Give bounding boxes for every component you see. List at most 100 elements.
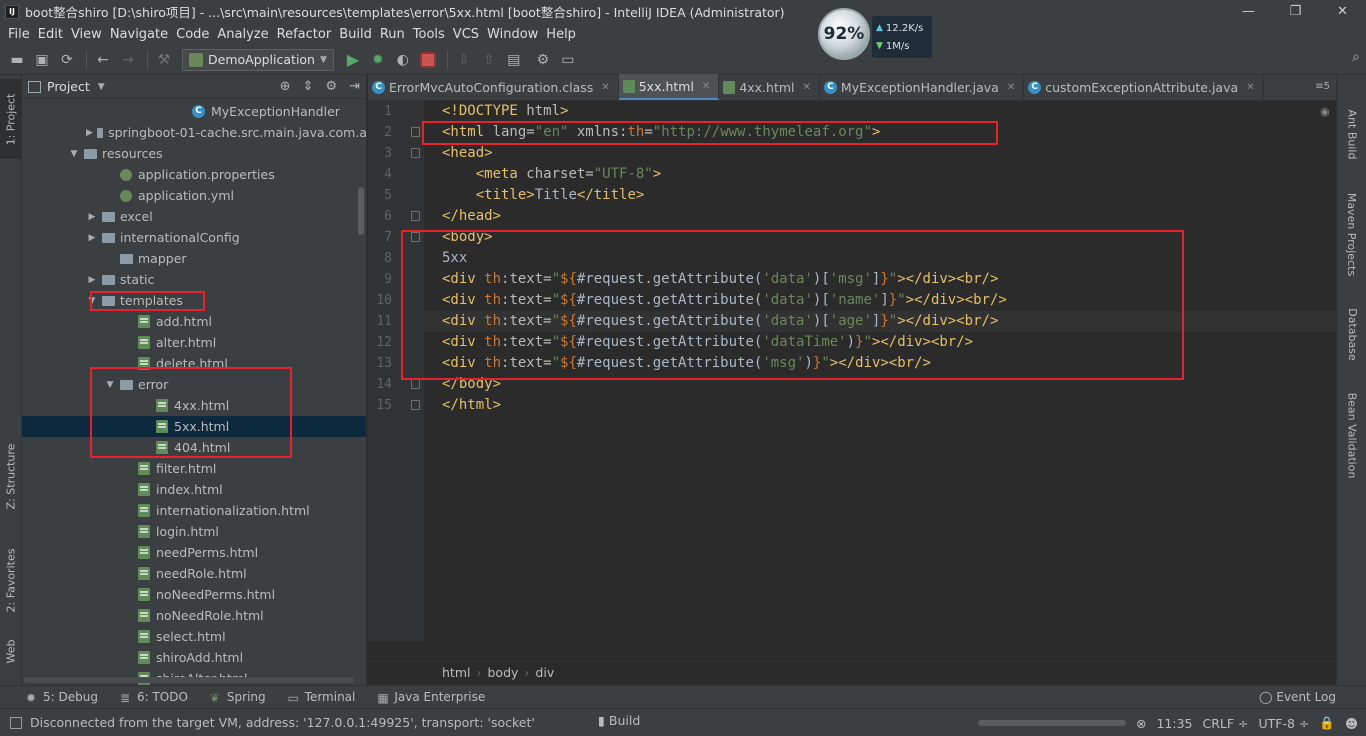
minimize-button[interactable]: — [1225,0,1272,23]
line-separator[interactable]: CRLF ÷ [1202,716,1248,731]
tree-item[interactable]: alter.html [22,332,366,353]
open-folder-icon[interactable]: ▬ [6,49,28,71]
project-tree-scrollbar[interactable] [358,187,364,235]
code-line[interactable]: 12 <div th:text="${#request.getAttribute(… [376,332,1336,353]
fold-marker-icon[interactable] [411,211,420,221]
fold-marker-icon[interactable] [411,148,420,158]
database-tool-tab[interactable]: Database [1337,299,1366,369]
code-line[interactable]: 3 <head> [384,143,1336,164]
web-tool-tab[interactable]: Web [0,631,22,671]
spring-tool-tab[interactable]: ❦ Spring [210,690,266,705]
debug-icon[interactable]: ✹ [367,49,389,71]
close-button[interactable]: ✕ [1319,0,1366,23]
editor-tab[interactable]: C MyExceptionHandler.java ✕ [820,74,1025,100]
expanded-arrow-icon[interactable]: ▼ [68,149,80,159]
maximize-button[interactable]: ❐ [1272,0,1319,23]
editor-tab[interactable]: 5xx.html ✕ [618,74,720,100]
status-toggle-icon[interactable] [10,716,22,729]
todo-tool-tab[interactable]: ≣ 6: TODO [120,690,188,705]
settings-icon[interactable]: ⚙ [532,49,554,71]
locate-icon[interactable]: ⊕ [280,79,291,94]
tree-item[interactable]: filter.html [22,458,366,479]
tree-item[interactable]: ▼ templates [22,290,366,311]
tree-item[interactable]: ▶ excel [22,206,366,227]
close-tab-icon[interactable]: ✕ [601,82,609,93]
inspection-eye-icon[interactable]: ◉ [1320,105,1332,118]
collapsed-arrow-icon[interactable]: ▶ [86,233,98,243]
breadcrumb-div[interactable]: div [535,665,554,680]
tree-item[interactable]: 404.html [22,437,366,458]
editor-tab[interactable]: CcustomExceptionAttribute.java ✕ [1024,74,1264,100]
debug-tool-tab[interactable]: ✹ 5: Debug [26,690,98,705]
tree-item[interactable]: application.properties [22,164,366,185]
tree-item[interactable]: 5xx.html [22,416,366,437]
collapse-all-icon[interactable]: ⇕ [303,79,314,94]
tree-item[interactable]: ▶ static [22,269,366,290]
close-tab-icon[interactable]: ✕ [702,81,710,92]
coverage-icon[interactable]: ◐ [392,49,414,71]
code-line[interactable]: 5 <title>Title</title> [384,185,1336,206]
tree-item[interactable]: application.yml [22,185,366,206]
tree-item[interactable]: shiroAdd.html [22,647,366,668]
menu-file[interactable]: File [4,27,34,42]
tree-item[interactable]: needRole.html [22,563,366,584]
code-line[interactable]: 4 <meta charset="UTF-8"> [384,164,1336,185]
code-line[interactable]: 2 <html lang="en" xmlns:th="http://www.th… [384,122,1336,143]
project-panel-title[interactable]: Project [47,79,90,94]
tree-item[interactable]: needPerms.html [22,542,366,563]
tree-item[interactable]: delete.html [22,353,366,374]
tree-item[interactable]: add.html [22,311,366,332]
expanded-arrow-icon[interactable]: ▼ [86,296,98,306]
code-line[interactable]: 14 </body> [376,374,1336,395]
bean-validation-tool-tab[interactable]: Bean Validation [1337,385,1366,485]
notifications-icon[interactable]: ☻ [1345,716,1358,731]
status-message[interactable]: Disconnected from the target VM, address… [30,715,535,730]
menu-analyze[interactable]: Analyze [213,27,272,42]
code-line[interactable]: 9 <div th:text="${#request.getAttribute('… [384,269,1336,290]
collapsed-arrow-icon[interactable]: ▶ [86,128,93,138]
tree-item[interactable]: login.html [22,521,366,542]
menu-window[interactable]: Window [483,27,542,42]
favorites-tool-tab[interactable]: 2: Favorites [0,535,22,625]
background-progress-bar[interactable] [977,720,1126,726]
project-tree-hscrollbar[interactable] [24,677,354,683]
tree-item[interactable]: C MyExceptionHandler [22,101,366,122]
code-line[interactable]: 10 <div th:text="${#request.getAttribute(… [376,290,1336,311]
menu-run[interactable]: Run [376,27,409,42]
menu-refactor[interactable]: Refactor [273,27,336,42]
menu-view[interactable]: View [67,27,106,42]
tree-item[interactable]: select.html [22,626,366,647]
breadcrumb-body[interactable]: body [487,665,518,680]
caret-position[interactable]: 11:35 [1156,716,1192,731]
event-log-tool-tab[interactable]: ◯ Event Log [1259,690,1336,704]
tree-item[interactable]: ▶ internationalConfig [22,227,366,248]
chevron-down-icon[interactable]: ▼ [98,82,105,92]
tree-item[interactable]: 4xx.html [22,395,366,416]
sync-icon[interactable]: ⟳ [56,49,78,71]
maven-projects-tool-tab[interactable]: Maven Projects [1337,179,1366,289]
tree-item[interactable]: ▼ resources [22,143,366,164]
close-tab-icon[interactable]: ✕ [1246,82,1254,93]
project-tool-tab[interactable]: 1: Project [0,79,22,159]
code-line[interactable]: 15 </html> [376,395,1336,416]
tree-item[interactable]: internationalization.html [22,500,366,521]
close-tab-icon[interactable]: ✕ [1007,82,1015,93]
menu-navigate[interactable]: Navigate [106,27,172,42]
breadcrumb-html[interactable]: html [442,665,470,680]
tree-item[interactable]: noNeedRole.html [22,605,366,626]
fold-marker-icon[interactable] [411,379,420,389]
close-tab-icon[interactable]: ✕ [803,82,811,93]
terminal-tool-tab[interactable]: ▭ Terminal [288,690,356,705]
build-hammer-icon[interactable]: ⚒ [153,49,175,71]
tree-item[interactable]: ▶ springboot-01-cache.src.main.java.com.a [22,122,366,143]
structure-tool-tab[interactable]: Z: Structure [0,431,22,521]
code-line[interactable]: 8 5xx [384,248,1336,269]
tree-item[interactable]: index.html [22,479,366,500]
menu-build[interactable]: Build [335,27,376,42]
fold-marker-icon[interactable] [411,400,420,410]
menu-edit[interactable]: Edit [34,27,67,42]
file-encoding[interactable]: UTF-8 ÷ [1259,716,1310,731]
tree-item[interactable]: ▼ error [22,374,366,395]
menu-vcs[interactable]: VCS [449,27,483,42]
code-area[interactable]: 1 <!DOCTYPE html> 2 <html lang="en" xmlns:t… [376,101,1336,641]
